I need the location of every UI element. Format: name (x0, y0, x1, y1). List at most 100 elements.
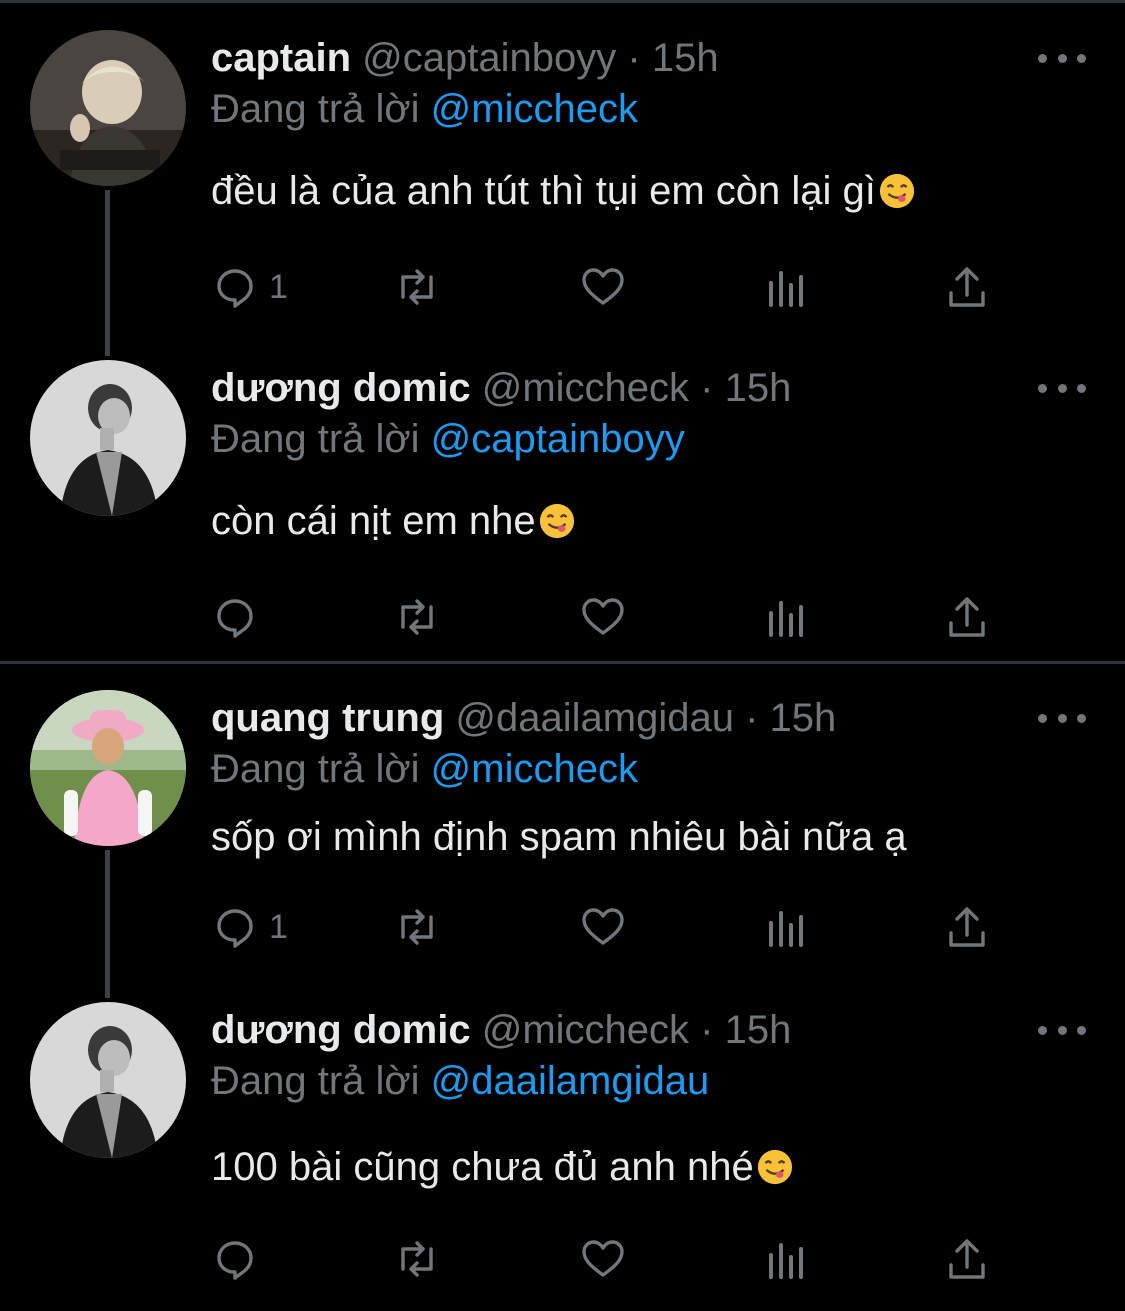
timestamp[interactable]: 15h (652, 36, 719, 80)
reply-count: 1 (269, 267, 288, 306)
views-button[interactable] (763, 262, 811, 312)
heart-icon (582, 598, 624, 635)
tweet[interactable]: quang trung @daailamgidau · 15h Đang trả… (0, 664, 1125, 998)
tweet-text-body: 100 bài cũng chưa đủ anh nhé (211, 1145, 754, 1189)
tweet[interactable]: captain @captainboyy · 15h Đang trả lời … (0, 0, 1125, 356)
views-icon (769, 911, 803, 947)
separator: · (700, 1008, 714, 1052)
more-icon[interactable] (1038, 48, 1086, 68)
replying-to-label: Đang trả lời (211, 747, 420, 791)
replying-to-label: Đang trả lời (211, 87, 420, 131)
replying-to: Đang trả lời @miccheck (211, 86, 638, 132)
share-button[interactable] (943, 262, 991, 312)
share-button[interactable] (943, 1234, 991, 1284)
timestamp[interactable]: 15h (770, 696, 837, 740)
mention-link[interactable]: @miccheck (431, 87, 638, 131)
yum-face-emoji (757, 1149, 792, 1185)
timestamp[interactable]: 15h (725, 366, 792, 410)
display-name[interactable]: dương domic (211, 366, 471, 410)
reply-button[interactable]: 1 (211, 902, 288, 952)
retweet-icon (401, 909, 433, 945)
separator: · (700, 366, 714, 410)
mention-link[interactable]: @miccheck (431, 747, 638, 791)
avatar[interactable] (30, 1002, 186, 1158)
display-name[interactable]: dương domic (211, 1008, 471, 1052)
tweet-header: dương domic @miccheck · 15h (211, 1007, 791, 1053)
display-name[interactable]: captain (211, 36, 351, 80)
replying-to: Đang trả lời @captainboyy (211, 416, 685, 462)
share-icon (949, 267, 985, 307)
reply-button[interactable] (211, 1234, 269, 1284)
share-button[interactable] (943, 592, 991, 642)
share-icon (949, 907, 985, 947)
tweet-text-body: sốp ơi mình định spam nhiêu bài nữa ạ (211, 815, 907, 859)
user-handle[interactable]: @miccheck (482, 1008, 689, 1052)
retweet-button[interactable] (393, 902, 441, 952)
action-bar: 1 (211, 262, 1011, 312)
avatar[interactable] (30, 690, 186, 846)
like-button[interactable] (579, 592, 627, 642)
reply-button[interactable]: 1 (211, 262, 288, 312)
tweet[interactable]: dương domic @miccheck · 15h Đang trả lời… (0, 972, 1125, 1311)
like-button[interactable] (579, 902, 627, 952)
user-handle[interactable]: @daailamgidau (455, 696, 734, 740)
views-icon (769, 271, 803, 307)
share-icon (949, 1239, 985, 1279)
mention-link[interactable]: @captainboyy (431, 417, 685, 461)
replying-to: Đang trả lời @miccheck (211, 746, 638, 792)
tweet[interactable]: dương domic @miccheck · 15h Đang trả lời… (0, 330, 1125, 661)
yum-face-emoji (879, 173, 914, 209)
views-button[interactable] (763, 592, 811, 642)
reply-icon (217, 1241, 253, 1280)
tweet-text: sốp ơi mình định spam nhiêu bài nữa ạ (211, 814, 907, 860)
more-icon[interactable] (1038, 1020, 1086, 1040)
replying-to: Đang trả lời @daailamgidau (211, 1058, 709, 1104)
tweet-text: 100 bài cũng chưa đủ anh nhé (211, 1144, 794, 1190)
tweet-text: đều là của anh tút thì tụi em còn lại gì (211, 168, 916, 214)
timestamp[interactable]: 15h (725, 1008, 792, 1052)
action-bar: 1 (211, 902, 1011, 952)
tweet-text: còn cái nịt em nhe (211, 498, 576, 544)
like-button[interactable] (579, 262, 627, 312)
action-bar (211, 592, 1011, 642)
views-icon (769, 1243, 803, 1279)
mention-link[interactable]: @daailamgidau (431, 1059, 710, 1103)
action-bar (211, 1234, 1011, 1284)
avatar[interactable] (30, 30, 186, 186)
retweet-icon (401, 599, 433, 635)
heart-icon (582, 1240, 624, 1277)
display-name[interactable]: quang trung (211, 696, 444, 740)
retweet-button[interactable] (393, 1234, 441, 1284)
like-button[interactable] (579, 1234, 627, 1284)
reply-icon (217, 909, 253, 948)
avatar[interactable] (30, 360, 186, 516)
reply-button[interactable] (211, 592, 269, 642)
replying-to-label: Đang trả lời (211, 1059, 420, 1103)
separator: · (627, 36, 641, 80)
user-handle[interactable]: @captainboyy (362, 36, 616, 80)
yum-face-emoji (539, 503, 574, 539)
retweet-icon (401, 1241, 433, 1277)
replying-to-label: Đang trả lời (211, 417, 420, 461)
reply-icon (217, 599, 253, 638)
separator: · (745, 696, 759, 740)
tweet-header: quang trung @daailamgidau · 15h (211, 695, 836, 741)
share-button[interactable] (943, 902, 991, 952)
tweet-text-body: còn cái nịt em nhe (211, 499, 536, 543)
reply-count: 1 (269, 907, 288, 946)
retweet-button[interactable] (393, 262, 441, 312)
retweet-button[interactable] (393, 592, 441, 642)
share-icon (949, 597, 985, 637)
views-button[interactable] (763, 1234, 811, 1284)
tweet-text-body: đều là của anh tút thì tụi em còn lại gì (211, 169, 876, 213)
views-button[interactable] (763, 902, 811, 952)
tweet-header: dương domic @miccheck · 15h (211, 365, 791, 411)
retweet-icon (401, 269, 433, 305)
heart-icon (582, 908, 624, 945)
tweet-header: captain @captainboyy · 15h (211, 35, 719, 81)
heart-icon (582, 268, 624, 305)
views-icon (769, 601, 803, 637)
more-icon[interactable] (1038, 378, 1086, 398)
more-icon[interactable] (1038, 708, 1086, 728)
user-handle[interactable]: @miccheck (482, 366, 689, 410)
